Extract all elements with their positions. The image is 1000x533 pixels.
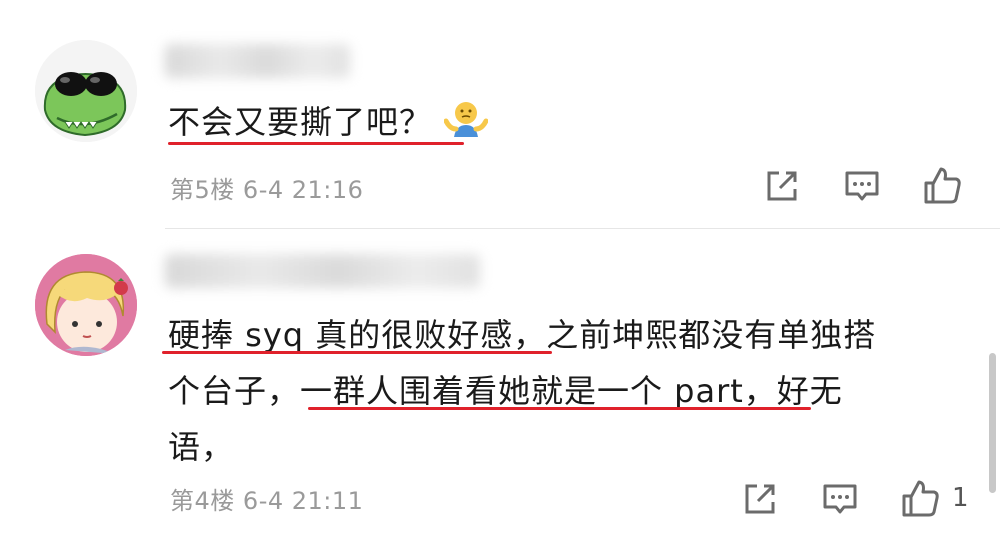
comment-line: 硬捧 syq 真的很败好感，之前坤熙都没有单独搭 [168,316,877,354]
post-time: 21:11 [291,487,364,515]
share-icon[interactable] [738,477,782,521]
avatar[interactable] [35,254,137,356]
post-date: 6-4 [242,487,284,515]
comment-floor-5: 不会又要撕了吧？ 第5楼 6-4 21:16 [0,0,1000,228]
shrug-emoji-icon [443,99,489,156]
highlight-underline [168,142,464,145]
comment-line: 语， [168,428,235,466]
reply-icon[interactable] [818,477,862,521]
comment-meta: 第5楼 6-4 21:16 [170,170,363,205]
girl-avatar-image [35,254,137,356]
comment-text: 硬捧 syq 真的很败好感，之前坤熙都没有单独搭 个台子，一群人围着看她就是一个… [168,307,876,475]
share-icon[interactable] [760,164,804,208]
post-date: 6-4 [242,176,284,204]
like-icon[interactable] [898,477,942,521]
blurred-username[interactable] [165,254,480,288]
floor-number: 第4楼 [170,487,235,515]
like-count: 1 [952,483,969,513]
frog-avatar-image [35,40,137,142]
comment-line: 个台子，一群人围着看她就是一个 part，好无 [168,372,843,410]
floor-number: 第5楼 [170,176,235,204]
reply-icon[interactable] [840,164,884,208]
like-icon[interactable] [920,164,964,208]
avatar[interactable] [35,40,137,142]
post-time: 21:16 [291,176,364,204]
highlight-underline [162,351,552,354]
comment-floor-4: 硬捧 syq 真的很败好感，之前坤熙都没有单独搭 个台子，一群人围着看她就是一个… [0,229,1000,533]
scrollbar[interactable] [989,353,996,493]
highlight-underline [308,407,811,410]
blurred-username[interactable] [165,44,350,78]
comment-meta: 第4楼 6-4 21:11 [170,481,363,516]
